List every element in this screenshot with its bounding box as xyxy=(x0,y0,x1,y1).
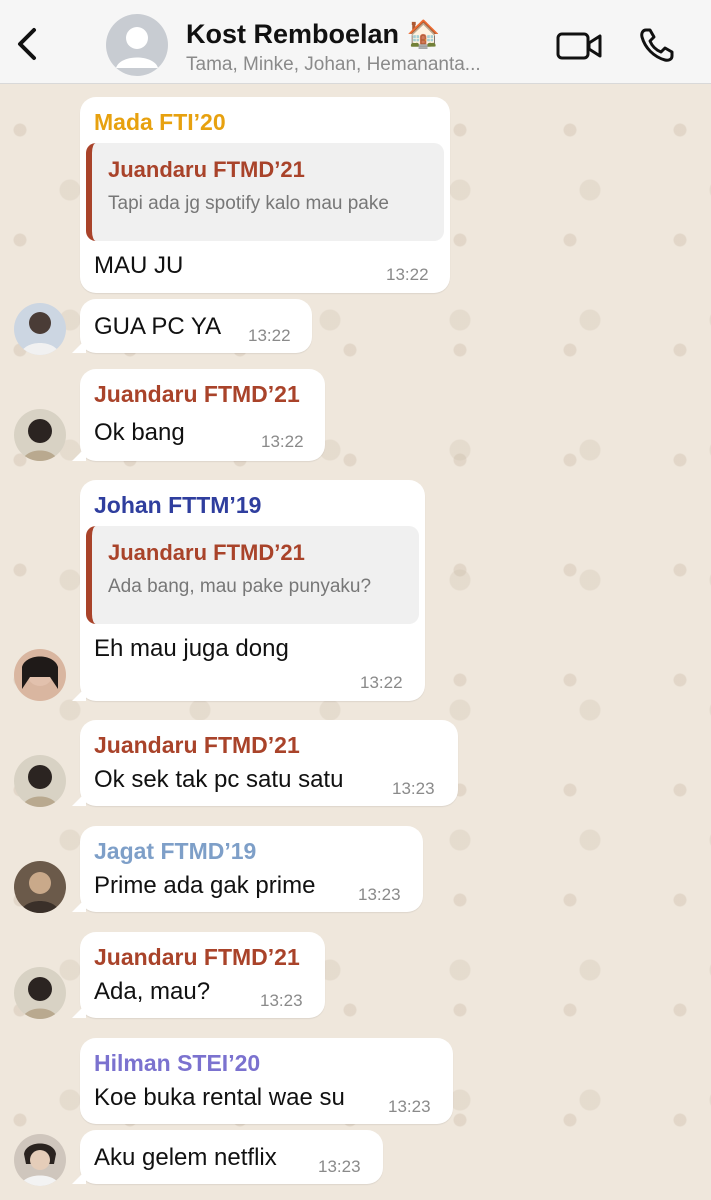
message-text: Prime ada gak prime xyxy=(94,872,316,899)
message-text: Ok bang xyxy=(94,419,185,446)
bubble-tail xyxy=(72,447,86,461)
user-avatar[interactable] xyxy=(14,303,66,355)
sender-name: Juandaru FTMD’21 xyxy=(94,732,300,758)
chat-title[interactable]: Kost Remboelan 🏠 xyxy=(186,18,440,50)
user-avatar[interactable] xyxy=(14,1134,66,1186)
bubble-tail xyxy=(72,687,86,701)
message-time: 13:22 xyxy=(386,265,429,284)
quoted-text: Tapi ada jg spotify kalo mau pake xyxy=(108,193,389,214)
bubble-tail xyxy=(72,339,86,353)
quoted-sender: Juandaru FTMD’21 xyxy=(108,540,305,565)
message-time: 13:22 xyxy=(248,326,291,345)
phone-call-icon[interactable] xyxy=(638,26,676,64)
sender-name: Juandaru FTMD’21 xyxy=(94,381,300,407)
message-text: Eh mau juga dong xyxy=(94,635,289,662)
message-text: Aku gelem netflix xyxy=(94,1144,277,1171)
user-avatar[interactable] xyxy=(14,649,66,701)
message-bubble[interactable]: Juandaru FTMD’21 Ok bang 13:22 xyxy=(72,369,325,461)
message-bubble[interactable]: GUA PC YA 13:22 xyxy=(72,299,312,353)
message-time: 13:22 xyxy=(261,432,304,451)
quoted-text: Ada bang, mau pake punyaku? xyxy=(108,576,372,597)
user-avatar[interactable] xyxy=(14,409,66,461)
video-call-icon[interactable] xyxy=(555,30,603,62)
message-bubble[interactable]: Hilman STEI’20 Koe buka rental wae su 13… xyxy=(80,1038,453,1124)
message-text: Koe buka rental wae su xyxy=(94,1084,345,1111)
user-avatar[interactable] xyxy=(14,861,66,913)
message-text: GUA PC YA xyxy=(94,313,222,340)
message-bubble[interactable]: Mada FTI’20 Juandaru FTMD’21 Tapi ada jg… xyxy=(80,97,450,293)
sender-name: Mada FTI’20 xyxy=(94,109,226,135)
bubble-tail xyxy=(72,898,86,912)
message-time: 13:23 xyxy=(392,779,435,798)
bubble-tail xyxy=(72,792,86,806)
message-bubble[interactable]: Jagat FTMD’19 Prime ada gak prime 13:23 xyxy=(72,826,423,912)
message-text: Ada, mau? xyxy=(94,978,211,1005)
group-avatar[interactable] xyxy=(106,14,168,76)
user-avatar[interactable] xyxy=(14,755,66,807)
message-bubble[interactable]: Juandaru FTMD’21 Ada, mau? 13:23 xyxy=(72,932,325,1018)
message-time: 13:23 xyxy=(318,1157,361,1176)
bubble-tail xyxy=(72,1004,86,1018)
user-avatar[interactable] xyxy=(14,967,66,1019)
chat-participants[interactable]: Tama, Minke, Johan, Hemananta... xyxy=(186,54,546,76)
message-bubble[interactable]: Johan FTTM’19 Juandaru FTMD’21 Ada bang,… xyxy=(72,480,425,701)
bubble-tail xyxy=(72,1170,86,1184)
sender-name: Johan FTTM’19 xyxy=(94,492,262,518)
message-time: 13:23 xyxy=(388,1097,431,1116)
message-time: 13:23 xyxy=(358,885,401,904)
message-text: MAU JU xyxy=(94,252,184,279)
message-text: Ok sek tak pc satu satu xyxy=(94,766,344,793)
chat-header: Kost Remboelan 🏠 Tama, Minke, Johan, Hem… xyxy=(0,0,711,84)
message-time: 13:22 xyxy=(360,673,403,692)
sender-name: Jagat FTMD’19 xyxy=(94,838,257,864)
message-bubble[interactable]: Aku gelem netflix 13:23 xyxy=(72,1130,383,1184)
quoted-sender: Juandaru FTMD’21 xyxy=(108,157,305,182)
sender-name: Hilman STEI’20 xyxy=(94,1050,261,1076)
back-chevron-icon[interactable] xyxy=(12,26,42,62)
message-time: 13:23 xyxy=(260,991,303,1010)
quoted-reply[interactable]: Juandaru FTMD’21 Tapi ada jg spotify kal… xyxy=(86,143,444,241)
quoted-reply[interactable]: Juandaru FTMD’21 Ada bang, mau pake puny… xyxy=(86,526,419,624)
message-bubble[interactable]: Juandaru FTMD’21 Ok sek tak pc satu satu… xyxy=(72,720,458,806)
sender-name: Juandaru FTMD’21 xyxy=(94,944,300,970)
